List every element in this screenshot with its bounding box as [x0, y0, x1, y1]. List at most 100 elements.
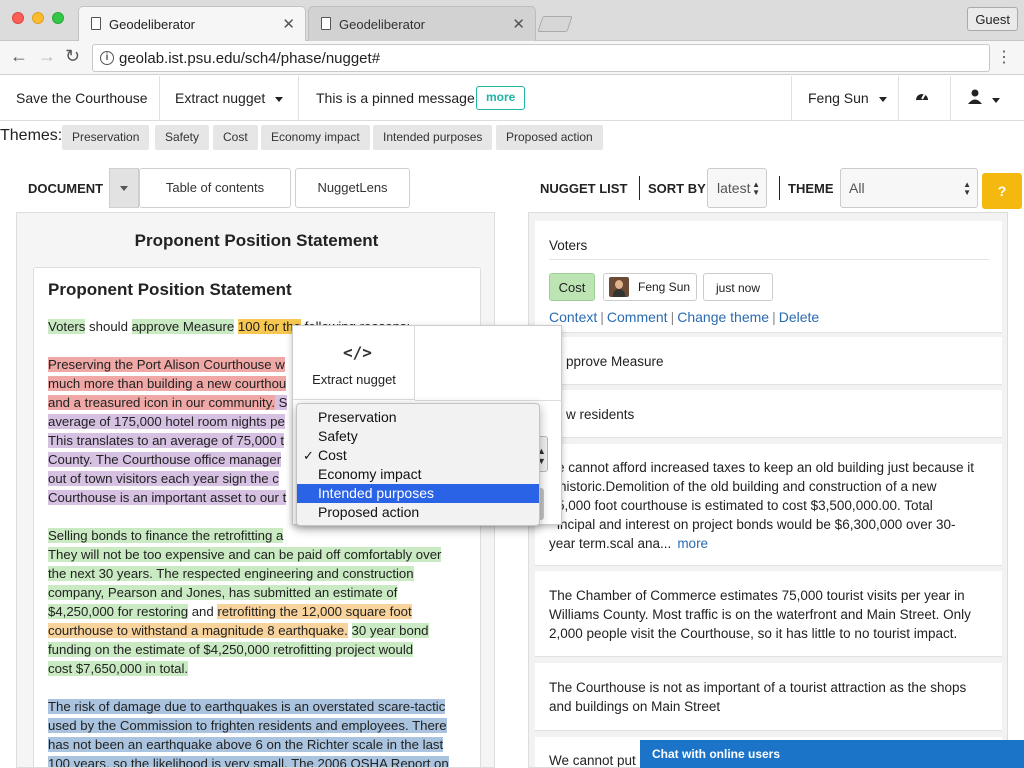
nugget-highlight[interactable]: This translates to an average of 75,000 … — [48, 433, 285, 448]
nugget-highlight[interactable]: much more than building a new courthou — [48, 376, 287, 391]
updown-icon: ▲ ▼ — [752, 180, 760, 197]
nugget-highlight[interactable]: out of town visitors each year sign the … — [48, 471, 279, 486]
nugget-highlight[interactable]: courthouse to withstand a magnitude 8 ea… — [48, 623, 348, 638]
nugget-highlight[interactable]: Voters — [48, 319, 86, 334]
pinned-more-button[interactable]: more — [476, 86, 526, 110]
forward-arrow-icon[interactable]: → — [38, 46, 56, 67]
nugget-highlight[interactable]: S — [275, 395, 288, 410]
nugget-highlight[interactable]: cost $7,650,000 in total. — [48, 661, 189, 676]
theme-chip-economy-impact[interactable]: Economy impact — [261, 125, 370, 150]
user-menu[interactable]: Feng Sun — [808, 90, 887, 106]
nugget-theme-badge[interactable]: Cost — [549, 273, 595, 301]
sort-select[interactable]: latest ▲ ▼ — [707, 168, 767, 208]
extract-nugget-tool[interactable]: </> Extract nugget — [293, 326, 415, 400]
nugget-highlight[interactable]: Preserving the Port Alison Courthouse w — [48, 357, 285, 372]
nugget-line: historic.Demolition of the old building … — [559, 479, 937, 494]
guest-profile-button[interactable]: Guest — [967, 7, 1018, 31]
nugget-card[interactable]: The Chamber of Commerce estimates 75,000… — [535, 571, 1002, 657]
document-label: DOCUMENT — [28, 181, 104, 196]
document-dropdown-button[interactable] — [109, 168, 139, 208]
nugget-card[interactable]: pprove Measure — [535, 337, 1002, 385]
chevron-down-icon — [120, 186, 128, 191]
dropdown-option-economy-impact[interactable]: Economy impact — [297, 465, 539, 484]
nugget-card[interactable]: e cannot afford increased taxes to keep … — [535, 444, 1002, 566]
nugget-highlight[interactable]: has not been an earthquake above 6 on th… — [48, 737, 444, 752]
dropdown-option-cost[interactable]: ✓ Cost — [297, 446, 539, 465]
theme-chip-preservation[interactable]: Preservation — [62, 125, 150, 150]
chevron-down-icon — [275, 96, 284, 102]
nugget-highlight[interactable]: Courthouse is an important asset to our … — [48, 490, 287, 505]
nugget-line: The Chamber of Commerce estimates 75,000… — [549, 588, 965, 603]
pinned-message: This is a pinned message — [316, 90, 475, 106]
theme-chip-cost[interactable]: Cost — [213, 125, 258, 150]
chat-bar[interactable]: Chat with online users — [640, 740, 1024, 768]
nugget-highlight[interactable]: used by the Commission to frighten resid… — [48, 718, 447, 733]
nugget-highlight[interactable]: approve Measure — [131, 319, 235, 334]
browser-tab-inactive[interactable]: Geodeliberator ✕ — [308, 6, 536, 41]
more-link[interactable]: more — [677, 536, 708, 551]
help-button[interactable]: ? — [982, 173, 1022, 209]
nugget-highlight[interactable]: $4,250,000 for restoring — [48, 604, 189, 619]
theme-chip-intended-purposes[interactable]: Intended purposes — [373, 125, 493, 150]
dropdown-option-safety[interactable]: Safety — [297, 427, 539, 446]
nugget-highlight[interactable]: retrofitting the 12,000 square foot — [217, 604, 412, 619]
theme-chip-proposed-action[interactable]: Proposed action — [496, 125, 603, 150]
nugget-highlight[interactable]: The risk of damage due to earthquakes is… — [48, 699, 446, 714]
theme-dropdown-menu: Preservation Safety ✓ Cost Economy impact… — [296, 403, 540, 526]
context-link[interactable]: Context — [549, 309, 597, 325]
nugget-author-badge: Feng Sun — [603, 273, 697, 301]
minimize-window-button[interactable] — [32, 12, 44, 24]
theme-filter-value: All — [849, 180, 865, 196]
dropdown-option-intended-purposes[interactable]: Intended purposes — [297, 484, 539, 503]
close-window-button[interactable] — [12, 12, 24, 24]
zoom-window-button[interactable] — [52, 12, 64, 24]
option-label: Cost — [318, 447, 347, 463]
browser-tab-active[interactable]: Geodeliberator ✕ — [78, 6, 306, 41]
paragraph-3[interactable]: Selling bonds to finance the retrofittin… — [48, 526, 468, 678]
nugget-highlight[interactable]: 100 years, so the likelihood is very sma… — [48, 756, 449, 767]
extract-nugget-menu[interactable]: Extract nugget — [175, 90, 284, 106]
nugget-highlight[interactable]: 30 year bond — [351, 623, 429, 638]
back-arrow-icon[interactable]: ← — [10, 46, 28, 67]
nugget-text: w residents — [566, 407, 635, 422]
theme-chip-safety[interactable]: Safety — [155, 125, 210, 150]
nugget-highlight[interactable]: and a treasured icon in our community. — [48, 395, 275, 410]
dropdown-option-preservation[interactable]: Preservation — [297, 408, 539, 427]
nugget-card[interactable]: w residents — [535, 390, 1002, 438]
table-of-contents-button[interactable]: Table of contents — [139, 168, 291, 208]
nugget-line: The Courthouse is not as important of a … — [549, 680, 967, 695]
nugget-card[interactable]: Voters Cost Feng Sun just now Context | Co… — [535, 221, 1002, 333]
nugget-highlight[interactable]: average of 175,000 hotel room nights pe — [48, 414, 285, 429]
info-icon[interactable]: i — [100, 51, 114, 65]
chevron-down-icon — [992, 97, 1000, 103]
theme-label: THEME — [788, 181, 834, 196]
nugget-highlight[interactable]: County. The Courthouse office manager — [48, 452, 282, 467]
nugget-list-label: NUGGET LIST — [540, 181, 628, 196]
nugget-card[interactable]: The Courthouse is not as important of a … — [535, 663, 1002, 731]
nugget-highlight[interactable]: the next 30 years. The respected enginee… — [48, 566, 414, 581]
close-tab-icon[interactable]: ✕ — [512, 15, 525, 33]
nugget-highlight[interactable]: company, Pearson and Jones, has submitte… — [48, 585, 398, 600]
paragraph-4[interactable]: The risk of damage due to earthquakes is… — [48, 697, 468, 767]
save-courthouse-link[interactable]: Save the Courthouse — [16, 90, 148, 106]
comment-link[interactable]: Comment — [607, 309, 668, 325]
plain-text: should — [85, 319, 132, 334]
address-bar[interactable]: i geolab.ist.psu.edu/sch4/phase/nugget# — [92, 44, 990, 72]
nugget-text: Voters — [549, 238, 588, 253]
dashboard-icon[interactable] — [914, 88, 930, 107]
browser-menu-icon[interactable]: ⋮ — [996, 47, 1012, 67]
user-settings-menu[interactable] — [968, 88, 1000, 107]
nuggetlens-button[interactable]: NuggetLens — [295, 168, 410, 208]
new-tab-button[interactable] — [537, 16, 573, 32]
nugget-highlight[interactable]: They will not be too expensive and can b… — [48, 547, 442, 562]
themes-label: Themes: — [0, 127, 63, 144]
nugget-highlight[interactable]: Selling bonds to finance the retrofittin… — [48, 528, 284, 543]
dropdown-option-proposed-action[interactable]: Proposed action — [297, 503, 539, 522]
nugget-highlight[interactable]: funding on the estimate of $4,250,000 re… — [48, 642, 414, 657]
theme-filter-select[interactable]: All ▲ ▼ — [840, 168, 978, 208]
reload-icon[interactable]: ↻ — [65, 46, 80, 67]
close-tab-icon[interactable]: ✕ — [282, 15, 295, 33]
delete-link[interactable]: Delete — [779, 309, 819, 325]
change-theme-link[interactable]: Change theme — [677, 309, 769, 325]
nav-divider — [159, 76, 160, 121]
